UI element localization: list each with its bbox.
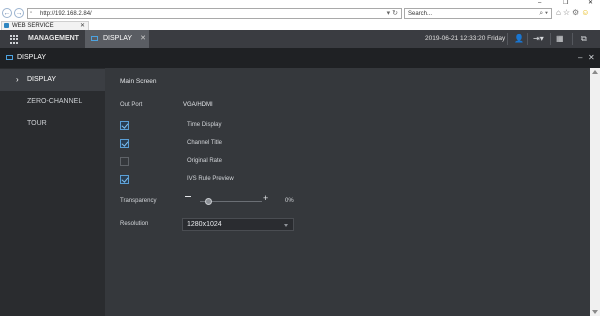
fullscreen-icon[interactable]: ⧉ — [581, 30, 587, 48]
out-port-value: VGA/HDMI — [183, 102, 213, 108]
sidebar-item-label: TOUR — [27, 120, 47, 127]
search-input[interactable]: Search... ⌕ ▾ — [404, 8, 552, 19]
section-title: Main Screen — [120, 78, 157, 85]
channel-title-label: Channel Title — [187, 140, 223, 146]
back-icon[interactable]: ← — [2, 8, 12, 18]
transparency-value: 0% — [285, 198, 294, 204]
address-bar-row: ← → ▫ http://192.168.2.84/ ▾ ↻ Search...… — [0, 6, 600, 21]
sidebar-item-display[interactable]: › DISPLAY — [0, 69, 105, 91]
management-label: MANAGEMENT — [28, 35, 79, 42]
resolution-value: 1280x1024 — [187, 221, 222, 228]
page-icon: ▫ — [30, 10, 33, 16]
header-divider — [572, 33, 573, 45]
browser-toolbar-icons: ⌂☆⚙☺ — [556, 8, 591, 18]
browser-tab-title: WEB SERVICE — [12, 23, 54, 29]
original-rate-label: Original Rate — [187, 158, 223, 164]
time-display-checkbox[interactable] — [120, 121, 129, 130]
settings-gear-icon[interactable]: ⚙ — [572, 8, 581, 17]
monitor-icon — [91, 36, 98, 41]
scrollbar[interactable] — [590, 68, 600, 316]
chevron-right-icon: › — [16, 75, 19, 84]
url-field[interactable]: ▫ http://192.168.2.84/ ▾ ↻ — [27, 8, 402, 19]
favorites-star-icon[interactable]: ☆ — [563, 8, 572, 17]
forward-icon[interactable]: → — [14, 8, 24, 18]
tab-close-icon[interactable]: ✕ — [80, 22, 85, 30]
decrease-transparency-button[interactable] — [185, 196, 191, 197]
resolution-select[interactable]: 1280x1024 — [182, 218, 294, 231]
ivs-rule-preview-label: IVS Rule Preview — [187, 176, 234, 182]
sidebar-item-zero-channel[interactable]: ZERO-CHANNEL — [0, 91, 105, 113]
out-port-label: Out Port — [120, 102, 143, 108]
scroll-down-icon[interactable] — [592, 310, 598, 314]
original-rate-checkbox[interactable] — [120, 157, 129, 166]
sidebar-item-label: ZERO-CHANNEL — [27, 98, 83, 105]
system-datetime: 2019-06-21 12:33:20 Friday — [425, 35, 506, 42]
sidebar-item-label: DISPLAY — [27, 76, 57, 83]
feedback-smiley-icon[interactable]: ☺ — [581, 8, 591, 17]
header-divider — [550, 33, 551, 45]
panel-titlebar: DISPLAY – ✕ — [0, 48, 600, 68]
management-button[interactable]: MANAGEMENT — [0, 30, 84, 48]
channel-title-checkbox[interactable] — [120, 139, 129, 148]
search-icon[interactable]: ⌕ ▾ — [539, 9, 548, 18]
refresh-icon[interactable]: ▾ ↻ — [387, 9, 398, 18]
settings-panel: Main Screen Out Port VGA/HDMI Time Displ… — [105, 68, 590, 316]
panel-title: DISPLAY — [17, 54, 47, 61]
tab-favicon-icon — [4, 23, 9, 28]
monitor-icon — [6, 55, 13, 60]
time-display-label: Time Display — [187, 122, 222, 128]
resolution-label: Resolution — [120, 221, 149, 227]
grid-menu-icon — [10, 35, 19, 44]
chevron-down-icon — [284, 224, 288, 227]
ivs-rule-preview-checkbox[interactable] — [120, 175, 129, 184]
tab-display[interactable]: DISPLAY ✕ — [85, 30, 149, 48]
display-tab-label: DISPLAY — [103, 35, 133, 42]
header-divider — [527, 33, 528, 45]
layout-icon[interactable]: ▦ — [556, 30, 564, 48]
logout-icon[interactable]: ⇥▾ — [533, 30, 544, 48]
browser-tab-row: WEB SERVICE ✕ — [0, 21, 600, 30]
close-icon[interactable]: ✕ — [588, 48, 595, 68]
minimize-icon[interactable]: – — [578, 48, 582, 67]
tab-close-icon[interactable]: ✕ — [140, 30, 146, 48]
url-text: http://192.168.2.84/ — [40, 11, 92, 17]
browser-tab[interactable]: WEB SERVICE ✕ — [1, 21, 89, 30]
home-icon[interactable]: ⌂ — [556, 8, 563, 17]
scroll-up-icon[interactable] — [592, 70, 598, 74]
transparency-slider-handle[interactable] — [204, 198, 212, 205]
app-header: MANAGEMENT DISPLAY ✕ 2019-06-21 12:33:20… — [0, 30, 600, 48]
sidebar-item-tour[interactable]: TOUR — [0, 113, 105, 135]
increase-transparency-button[interactable]: + — [263, 194, 268, 203]
user-icon[interactable]: 👤 — [514, 30, 524, 48]
sidebar: › DISPLAY ZERO-CHANNEL TOUR — [0, 68, 105, 316]
search-placeholder: Search... — [408, 11, 433, 17]
header-divider — [507, 33, 508, 45]
transparency-label: Transparency — [120, 198, 157, 204]
